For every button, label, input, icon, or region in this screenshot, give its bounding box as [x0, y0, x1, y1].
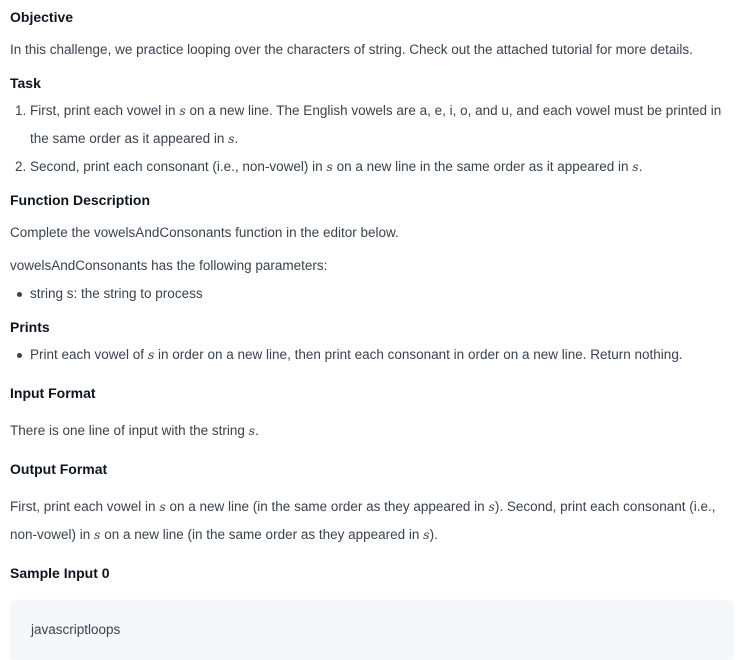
function-description-heading: Function Description: [10, 192, 150, 208]
task-item-2-line-1: Second, print each consonant (i.e., non-…: [30, 159, 643, 174]
prints-heading: Prints: [10, 319, 50, 335]
function-parameters-intro: vowelsAndConsonants has the following pa…: [10, 258, 328, 273]
bullet-icon: [17, 353, 22, 358]
output-format-heading: Output Format: [10, 461, 108, 477]
task-item-number: 2.: [15, 159, 27, 174]
output-format-line-2: non-vowel) in s on a new line (in the sa…: [10, 527, 438, 542]
output-format-line-1: First, print each vowel in s on a new li…: [10, 499, 716, 514]
objective-heading: Objective: [10, 9, 74, 25]
objective-text: In this challenge, we practice looping o…: [10, 42, 693, 57]
input-format-text: There is one line of input with the stri…: [10, 423, 259, 438]
input-format-heading: Input Format: [10, 385, 96, 401]
prints-text: Print each vowel of s in order on a new …: [30, 347, 683, 362]
task-item-1-line-2: the same order as it appeared in s.: [30, 131, 239, 146]
sample-input-code-block[interactable]: javascriptloops: [10, 600, 734, 660]
task-item-number: 1.: [15, 103, 27, 118]
parameter-text: string s: the string to process: [30, 286, 203, 301]
function-description-text: Complete the vowelsAndConsonants functio…: [10, 225, 399, 240]
task-heading: Task: [10, 75, 41, 91]
bullet-icon: [17, 292, 22, 297]
sample-input-code: javascriptloops: [31, 622, 121, 637]
task-item-1-line-1: First, print each vowel in s on a new li…: [30, 103, 722, 118]
sample-input-heading: Sample Input 0: [10, 565, 110, 581]
